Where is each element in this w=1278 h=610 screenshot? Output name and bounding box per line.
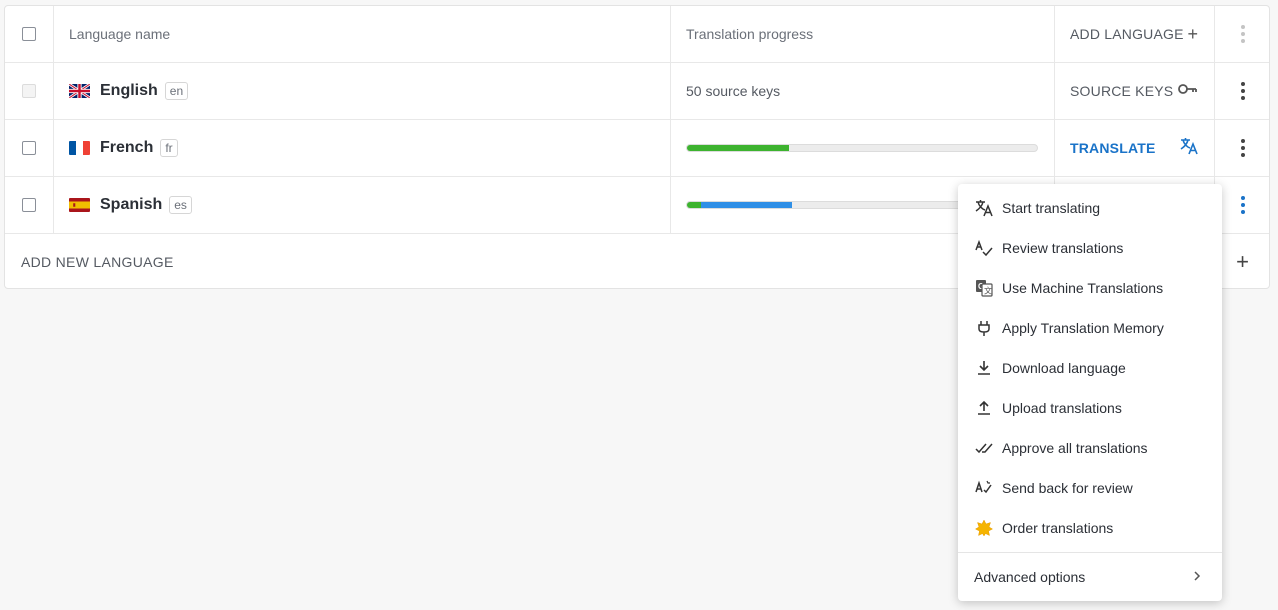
menu-item-review-translations[interactable]: Review translations — [958, 228, 1222, 268]
row-checkbox[interactable] — [22, 198, 36, 212]
source-keys-count: 50 source keys — [686, 83, 781, 99]
table-row: French fr TRANSLATE — [5, 120, 1269, 177]
key-icon — [1178, 82, 1198, 100]
language-code-badge: fr — [160, 139, 178, 157]
add-language-button[interactable]: ADD LANGUAGE + — [1054, 6, 1214, 62]
plus-icon[interactable]: + — [1236, 251, 1249, 273]
spain-flag-icon — [69, 198, 90, 212]
menu-item-label: Use Machine Translations — [1002, 280, 1164, 296]
row-more-icon[interactable] — [1240, 82, 1245, 100]
progress-translated-segment — [687, 202, 701, 208]
select-all-checkbox[interactable] — [22, 27, 36, 41]
double-check-icon — [974, 438, 994, 458]
download-icon — [974, 358, 994, 378]
menu-item-approve-all[interactable]: Approve all translations — [958, 428, 1222, 468]
row-more-icon[interactable] — [1240, 139, 1245, 157]
menu-item-label: Send back for review — [1002, 480, 1133, 496]
google-translate-icon: G文 — [974, 278, 994, 298]
table-header: Language name Translation progress ADD L… — [5, 6, 1269, 63]
table-row: English en 50 source keys SOURCE KEYS — [5, 63, 1269, 120]
source-keys-button[interactable]: SOURCE KEYS — [1054, 63, 1214, 119]
translate-label: TRANSLATE — [1070, 140, 1156, 156]
menu-item-download-language[interactable]: Download language — [958, 348, 1222, 388]
menu-item-start-translating[interactable]: Start translating — [958, 188, 1222, 228]
add-new-language-label[interactable]: ADD NEW LANGUAGE — [21, 234, 174, 289]
uk-flag-icon — [69, 84, 90, 98]
menu-item-upload-translations[interactable]: Upload translations — [958, 388, 1222, 428]
row-more-icon[interactable] — [1240, 196, 1245, 214]
language-context-menu: Start translating Review translations G文… — [958, 184, 1222, 601]
menu-item-label: Order translations — [1002, 520, 1114, 536]
translation-progress-bar — [686, 144, 1038, 152]
progress-translated-segment — [687, 145, 789, 151]
language-code-badge: es — [169, 196, 192, 214]
france-flag-icon — [69, 141, 90, 155]
add-language-label: ADD LANGUAGE — [1070, 26, 1184, 42]
text-review-icon — [974, 478, 994, 498]
row-checkbox — [22, 84, 36, 98]
language-name[interactable]: French — [100, 139, 153, 157]
menu-item-label: Start translating — [1002, 200, 1101, 216]
spellcheck-icon — [974, 238, 994, 258]
header-more-icon[interactable] — [1240, 25, 1245, 43]
language-name[interactable]: English — [100, 82, 158, 100]
menu-item-label: Apply Translation Memory — [1002, 320, 1164, 336]
menu-item-order-translations[interactable]: Order translations — [958, 508, 1222, 548]
menu-item-label: Download language — [1002, 360, 1126, 376]
menu-item-translation-memory[interactable]: Apply Translation Memory — [958, 308, 1222, 348]
star-badge-icon — [974, 518, 994, 538]
svg-text:文: 文 — [984, 286, 992, 296]
translate-icon — [1180, 137, 1198, 160]
menu-item-send-back-for-review[interactable]: Send back for review — [958, 468, 1222, 508]
menu-item-label: Review translations — [1002, 240, 1124, 256]
menu-item-label: Approve all translations — [1002, 440, 1148, 456]
translate-button[interactable]: TRANSLATE — [1054, 120, 1214, 176]
plus-icon: + — [1187, 23, 1198, 44]
translate-icon — [974, 198, 994, 218]
progress-reviewed-segment — [701, 202, 792, 208]
menu-item-advanced-options[interactable]: Advanced options — [958, 557, 1222, 597]
menu-item-label: Upload translations — [1002, 400, 1122, 416]
upload-icon — [974, 398, 994, 418]
source-keys-label: SOURCE KEYS — [1070, 83, 1174, 99]
chevron-right-icon — [1192, 569, 1202, 585]
menu-divider — [958, 552, 1222, 553]
language-name[interactable]: Spanish — [100, 196, 162, 214]
row-checkbox[interactable] — [22, 141, 36, 155]
language-name-header: Language name — [69, 26, 171, 42]
plug-icon — [974, 318, 994, 338]
language-code-badge: en — [164, 82, 189, 100]
menu-item-label: Advanced options — [974, 569, 1086, 585]
menu-item-machine-translations[interactable]: G文 Use Machine Translations — [958, 268, 1222, 308]
translation-progress-header: Translation progress — [686, 26, 814, 42]
